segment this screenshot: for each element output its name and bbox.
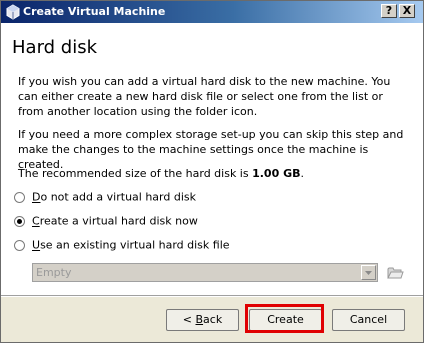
- radio-button[interactable]: [14, 215, 25, 227]
- page-title: Hard disk: [12, 37, 98, 58]
- radio-create-disk[interactable]: Create a virtual hard disk now: [14, 214, 198, 229]
- title-bar[interactable]: Create Virtual Machine ? X: [1, 1, 423, 23]
- close-button[interactable]: X: [399, 4, 415, 18]
- existing-disk-select[interactable]: Empty: [32, 263, 378, 282]
- create-button[interactable]: Create: [249, 309, 322, 331]
- recommended-size-text: The recommended size of the hard disk is…: [18, 166, 410, 181]
- radio-label: Do not add a virtual hard disk: [32, 190, 196, 204]
- button-bar: < Back Create Cancel: [1, 295, 423, 342]
- cancel-button[interactable]: Cancel: [332, 309, 405, 331]
- radio-button[interactable]: [14, 191, 25, 203]
- footer-separator: [1, 295, 423, 297]
- chevron-down-icon[interactable]: [361, 265, 376, 280]
- existing-disk-value: Empty: [36, 266, 72, 279]
- window-title: Create Virtual Machine: [23, 5, 166, 18]
- radio-label: Use an existing virtual hard disk file: [32, 238, 230, 252]
- help-button[interactable]: ?: [381, 4, 397, 18]
- recommended-suffix: .: [300, 167, 304, 180]
- radio-label: Create a virtual hard disk now: [32, 214, 198, 228]
- create-vm-dialog: Create Virtual Machine ? X Hard disk If …: [0, 0, 424, 343]
- recommended-prefix: The recommended size of the hard disk is: [18, 167, 253, 180]
- recommended-size-value: 1.00 GB: [252, 167, 301, 180]
- virtualbox-icon: [6, 4, 20, 20]
- radio-existing-disk[interactable]: Use an existing virtual hard disk file: [14, 238, 230, 253]
- radio-button[interactable]: [14, 239, 25, 251]
- folder-open-icon[interactable]: [386, 264, 404, 281]
- wizard-page: Hard disk If you wish you can add a virt…: [1, 23, 423, 295]
- intro-text: If you wish you can add a virtual hard d…: [18, 75, 391, 118]
- back-button[interactable]: < Back: [166, 309, 239, 331]
- radio-no-disk[interactable]: Do not add a virtual hard disk: [14, 190, 196, 205]
